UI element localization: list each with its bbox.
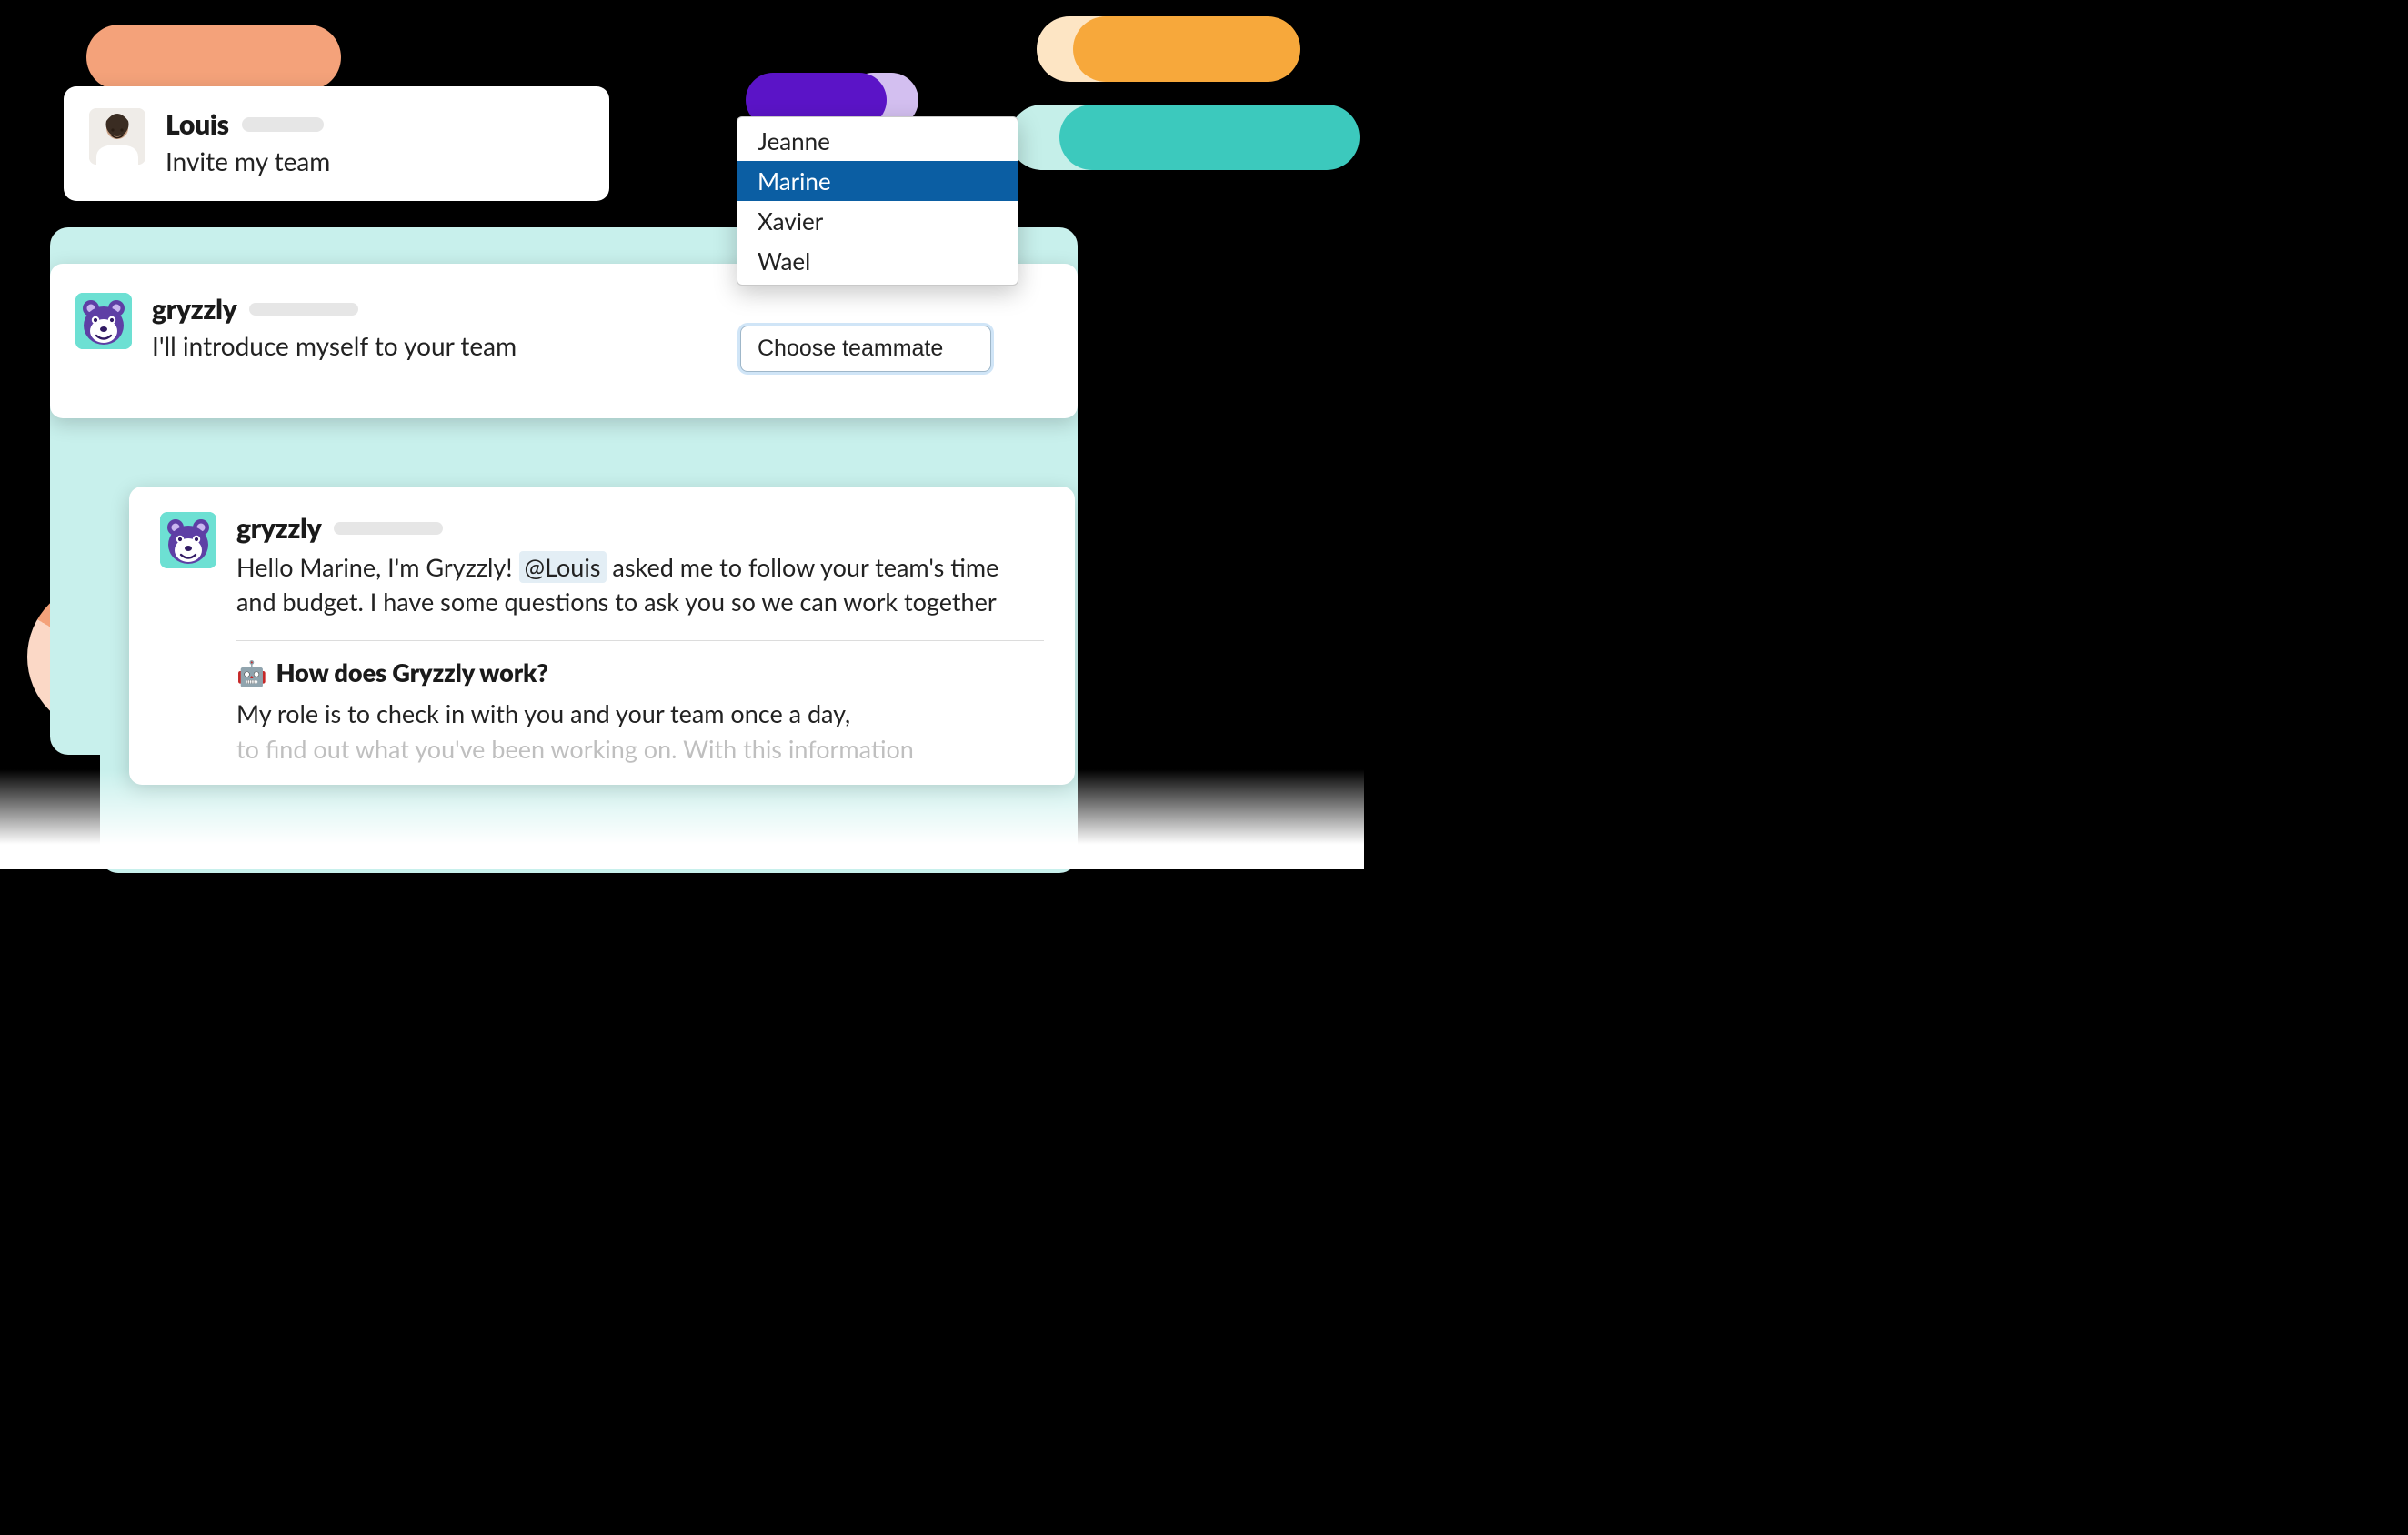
greeting-pre: Hello Marine, I'm Gryzzly! — [236, 552, 519, 582]
timestamp-placeholder — [249, 303, 358, 316]
decor-pill-teal — [1059, 105, 1360, 170]
avatar-louis — [89, 108, 145, 165]
dropdown-item-marine[interactable]: Marine — [737, 161, 1018, 201]
dropdown-item-wael[interactable]: Wael — [737, 241, 1018, 281]
message-body: Louis Invite my team — [166, 108, 584, 179]
dropdown-item-xavier[interactable]: Xavier — [737, 201, 1018, 241]
message-text: Invite my team — [166, 145, 584, 179]
message-card-gryzzly-hello: gryzzly Hello Marine, I'm Gryzzly! @Loui… — [129, 487, 1075, 785]
bear-avatar-icon — [75, 293, 132, 349]
avatar-gryzzly — [160, 512, 216, 568]
sender-name: gryzzly — [236, 512, 321, 545]
message-header: gryzzly — [152, 293, 1052, 326]
dropdown-item-jeanne[interactable]: Jeanne — [737, 121, 1018, 161]
person-avatar-icon — [89, 108, 145, 165]
robot-icon: 🤖 — [236, 657, 267, 688]
choose-teammate-button[interactable]: Choose teammate — [740, 326, 991, 372]
bear-avatar-icon — [160, 512, 216, 568]
sender-name: gryzzly — [152, 293, 236, 326]
timestamp-placeholder — [334, 522, 443, 535]
teammate-dropdown[interactable]: JeanneMarineXavierWael — [737, 116, 1018, 286]
question-title-row: 🤖 How does Gryzzly work? — [236, 657, 1044, 688]
sender-name: Louis — [166, 108, 229, 141]
question-body: My role is to check in with you and your… — [236, 696, 1044, 767]
question-line-1: My role is to check in with you and your… — [236, 698, 850, 728]
mention-louis[interactable]: @Louis — [519, 551, 607, 583]
avatar-gryzzly — [75, 293, 132, 349]
message-header: Louis — [166, 108, 584, 141]
timestamp-placeholder — [242, 117, 324, 132]
decor-pill-orange — [86, 25, 341, 90]
message-body: gryzzly Hello Marine, I'm Gryzzly! @Loui… — [236, 512, 1044, 767]
question-title: How does Gryzzly work? — [276, 657, 548, 687]
stage: Louis Invite my team — [0, 0, 1364, 869]
divider — [236, 640, 1044, 641]
question-line-2: to find out what you've been working on.… — [236, 734, 914, 764]
message-text: Hello Marine, I'm Gryzzly! @Louis asked … — [236, 550, 1044, 620]
message-header: gryzzly — [236, 512, 1044, 545]
message-card-louis: Louis Invite my team — [64, 86, 609, 201]
decor-pill-amber — [1073, 16, 1300, 82]
